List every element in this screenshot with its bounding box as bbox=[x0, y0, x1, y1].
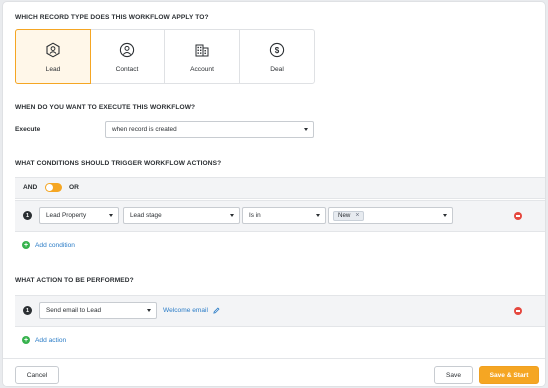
action-heading: WHAT ACTION TO BE PERFORMED? bbox=[15, 277, 134, 284]
record-type-lead[interactable]: Lead bbox=[15, 29, 91, 84]
save-and-start-button[interactable]: Save & Start bbox=[479, 366, 539, 384]
record-type-account[interactable]: Account bbox=[165, 30, 240, 83]
value-chip-label: New bbox=[338, 212, 351, 219]
add-action-button[interactable]: + Add action bbox=[22, 336, 66, 344]
logic-toggle-bar bbox=[15, 177, 545, 199]
cancel-button[interactable]: Cancel bbox=[15, 366, 59, 384]
remove-condition-icon[interactable] bbox=[514, 212, 522, 220]
or-label: OR bbox=[69, 184, 79, 191]
email-template-link[interactable]: Welcome email bbox=[163, 307, 220, 314]
condition-property-select[interactable]: Lead Property bbox=[39, 207, 119, 224]
toggle-knob bbox=[46, 184, 53, 191]
remove-action-icon[interactable] bbox=[514, 307, 522, 315]
record-type-deal[interactable]: $ Deal bbox=[240, 30, 314, 83]
add-condition-button[interactable]: + Add condition bbox=[22, 241, 75, 249]
chevron-down-icon bbox=[147, 309, 151, 312]
lead-icon bbox=[44, 41, 62, 59]
record-type-selector: Lead Contact Account $ Deal bbox=[15, 29, 315, 84]
plus-icon: + bbox=[22, 336, 30, 344]
chevron-down-icon bbox=[304, 128, 308, 131]
chip-remove-icon[interactable]: × bbox=[355, 212, 359, 219]
condition-number: 1 bbox=[23, 211, 32, 220]
condition-property-value: Lead Property bbox=[46, 212, 87, 219]
action-type-select[interactable]: Send email to Lead bbox=[39, 302, 157, 319]
conditions-heading: WHAT CONDITIONS SHOULD TRIGGER WORKFLOW … bbox=[15, 160, 222, 167]
add-action-label: Add action bbox=[35, 336, 67, 344]
add-condition-label: Add condition bbox=[35, 241, 75, 249]
chevron-down-icon bbox=[109, 214, 113, 217]
and-label: AND bbox=[23, 184, 38, 191]
deal-icon: $ bbox=[268, 41, 286, 59]
condition-value-select[interactable]: New × bbox=[328, 207, 453, 224]
account-icon bbox=[193, 41, 211, 59]
chevron-down-icon bbox=[316, 214, 320, 217]
condition-field-value: Lead stage bbox=[130, 212, 162, 219]
action-number: 1 bbox=[23, 306, 32, 315]
email-template-label: Welcome email bbox=[163, 307, 208, 314]
record-type-contact[interactable]: Contact bbox=[90, 30, 165, 83]
save-button[interactable]: Save bbox=[434, 366, 473, 384]
and-or-toggle[interactable] bbox=[45, 183, 62, 192]
record-type-contact-label: Contact bbox=[115, 65, 139, 73]
record-type-account-label: Account bbox=[190, 65, 214, 73]
workflow-form: WHICH RECORD TYPE DOES THIS WORKFLOW APP… bbox=[2, 1, 546, 387]
chevron-down-icon bbox=[230, 214, 234, 217]
record-type-heading: WHICH RECORD TYPE DOES THIS WORKFLOW APP… bbox=[15, 14, 209, 21]
form-footer: Cancel Save Save & Start bbox=[3, 358, 545, 386]
execute-heading: WHEN DO YOU WANT TO EXECUTE THIS WORKFLO… bbox=[15, 104, 196, 111]
contact-icon bbox=[118, 41, 136, 59]
condition-operator-select[interactable]: Is in bbox=[242, 207, 326, 224]
execute-label: Execute bbox=[15, 126, 41, 133]
pencil-icon[interactable] bbox=[213, 307, 220, 314]
value-chip: New × bbox=[333, 210, 365, 221]
record-type-deal-label: Deal bbox=[270, 65, 284, 73]
plus-icon: + bbox=[22, 241, 30, 249]
execute-select-value: when record is created bbox=[112, 126, 177, 133]
condition-field-select[interactable]: Lead stage bbox=[123, 207, 240, 224]
chevron-down-icon bbox=[443, 214, 447, 217]
execute-select[interactable]: when record is created bbox=[105, 121, 314, 138]
record-type-lead-label: Lead bbox=[45, 65, 61, 73]
condition-operator-value: Is in bbox=[249, 212, 261, 219]
svg-text:$: $ bbox=[275, 45, 280, 54]
action-type-value: Send email to Lead bbox=[46, 307, 102, 314]
